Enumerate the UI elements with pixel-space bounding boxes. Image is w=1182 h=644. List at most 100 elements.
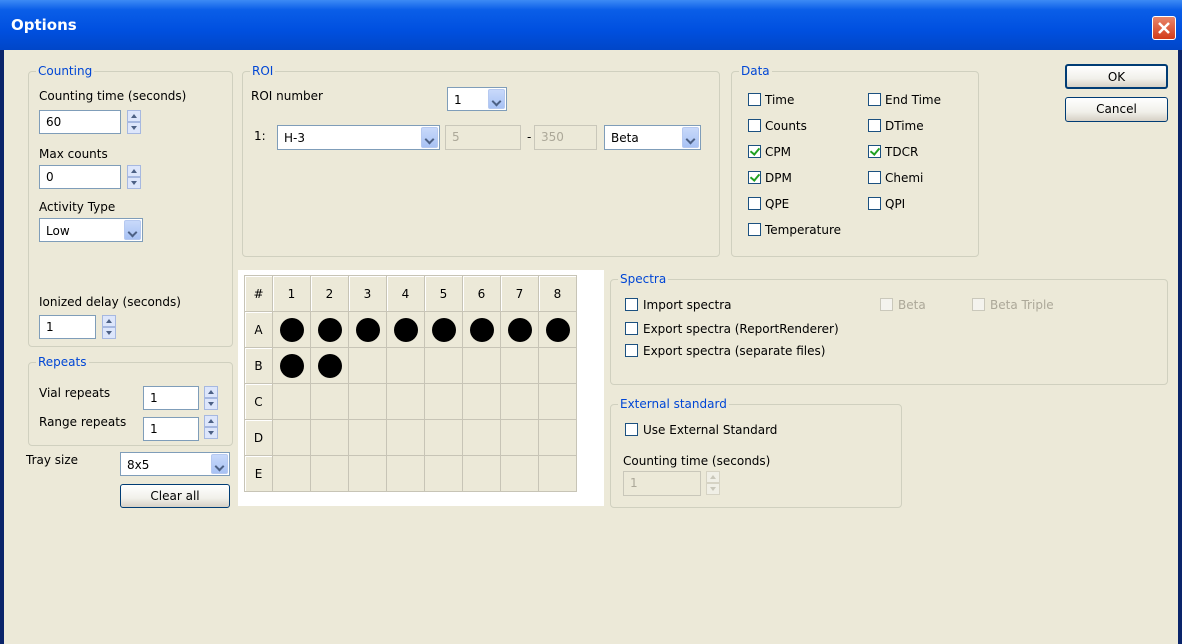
tray-cell[interactable] — [272, 383, 311, 420]
max-counts-spinner[interactable] — [127, 165, 141, 189]
data-checkbox[interactable] — [748, 145, 761, 158]
tray-size-select[interactable]: 8x5 — [120, 452, 230, 476]
export-report-checkbox[interactable] — [625, 322, 638, 335]
range-repeats-input[interactable]: 1 — [143, 417, 199, 441]
chevron-down-icon[interactable] — [421, 127, 438, 148]
chevron-down-icon[interactable] — [488, 89, 505, 109]
tray-cell[interactable] — [310, 419, 349, 456]
tray-cell[interactable] — [500, 347, 539, 384]
ionized-delay-input[interactable]: 1 — [39, 315, 96, 339]
tray-column-header[interactable]: 3 — [348, 275, 387, 312]
tray-column-header[interactable]: 7 — [500, 275, 539, 312]
counting-time-spinner[interactable] — [127, 110, 141, 134]
chevron-down-icon[interactable] — [124, 220, 141, 240]
external-counting-time-spinner[interactable] — [706, 471, 720, 495]
roi-high-input[interactable]: 350 — [534, 125, 597, 150]
tray-cell[interactable] — [386, 347, 425, 384]
tray-column-header[interactable]: 1 — [272, 275, 311, 312]
roi-number-select[interactable]: 1 — [447, 87, 507, 111]
tray-cell[interactable] — [462, 383, 501, 420]
tray-cell[interactable] — [462, 419, 501, 456]
data-checkbox[interactable] — [868, 145, 881, 158]
export-separate-checkbox[interactable] — [625, 344, 638, 357]
tray-cell[interactable] — [538, 347, 577, 384]
tray-cell[interactable] — [310, 347, 349, 384]
close-button[interactable] — [1152, 16, 1176, 40]
import-spectra-checkbox[interactable] — [625, 298, 638, 311]
tray-cell[interactable] — [348, 419, 387, 456]
roi-low-input[interactable]: 5 — [445, 125, 521, 150]
tray-row-header[interactable]: E — [244, 455, 273, 492]
tray-cell[interactable] — [424, 419, 463, 456]
tray-column-header[interactable]: 5 — [424, 275, 463, 312]
data-checkbox[interactable] — [868, 171, 881, 184]
tray-cell[interactable] — [538, 455, 577, 492]
tray-cell[interactable] — [424, 455, 463, 492]
tray-cell[interactable] — [310, 311, 349, 348]
tray-cell[interactable] — [462, 311, 501, 348]
tray-row-header[interactable]: C — [244, 383, 273, 420]
max-counts-input[interactable]: 0 — [39, 165, 121, 189]
range-repeats-spinner[interactable] — [204, 415, 218, 439]
data-checkbox[interactable] — [748, 197, 761, 210]
use-external-standard-label: Use External Standard — [643, 423, 778, 437]
counting-time-input[interactable]: 60 — [39, 110, 121, 134]
activity-type-select[interactable]: Low — [39, 218, 143, 242]
chevron-down-icon[interactable] — [211, 454, 228, 474]
ok-button[interactable]: OK — [1065, 64, 1168, 89]
tray-column-header[interactable]: 8 — [538, 275, 577, 312]
tray-cell[interactable] — [538, 311, 577, 348]
tray-cell[interactable] — [424, 311, 463, 348]
spectra-beta-triple-checkbox[interactable] — [972, 298, 985, 311]
tray-row-header[interactable]: A — [244, 311, 273, 348]
tray-cell[interactable] — [386, 455, 425, 492]
cancel-button[interactable]: Cancel — [1065, 97, 1168, 122]
tray-cell[interactable] — [424, 347, 463, 384]
vial-repeats-input[interactable]: 1 — [143, 386, 199, 410]
tray-cell[interactable] — [310, 383, 349, 420]
tray-cell[interactable] — [272, 455, 311, 492]
tray-cell[interactable] — [348, 347, 387, 384]
title-bar[interactable]: Options — [0, 0, 1182, 50]
ionized-delay-spinner[interactable] — [102, 315, 116, 339]
tray-cell[interactable] — [500, 311, 539, 348]
vial-repeats-spinner[interactable] — [204, 386, 218, 410]
data-checkbox[interactable] — [868, 197, 881, 210]
chevron-down-icon[interactable] — [682, 127, 699, 148]
data-checkbox[interactable] — [748, 93, 761, 106]
use-external-standard-checkbox[interactable] — [625, 423, 638, 436]
tray-row-header[interactable]: D — [244, 419, 273, 456]
data-checkbox[interactable] — [748, 171, 761, 184]
tray-column-header[interactable]: 4 — [386, 275, 425, 312]
tray-cell[interactable] — [348, 455, 387, 492]
data-checkbox[interactable] — [868, 93, 881, 106]
tray-cell[interactable] — [462, 347, 501, 384]
data-checkbox[interactable] — [868, 119, 881, 132]
tray-column-header[interactable]: 2 — [310, 275, 349, 312]
tray-cell[interactable] — [272, 419, 311, 456]
tray-cell[interactable] — [538, 383, 577, 420]
tray-cell[interactable] — [500, 383, 539, 420]
tray-cell[interactable] — [310, 455, 349, 492]
external-counting-time-input[interactable]: 1 — [623, 471, 701, 496]
tray-cell[interactable] — [500, 419, 539, 456]
tray-cell[interactable] — [500, 455, 539, 492]
tray-cell[interactable] — [348, 311, 387, 348]
tray-row-header[interactable]: B — [244, 347, 273, 384]
roi-type-select[interactable]: Beta — [604, 125, 701, 150]
tray-cell[interactable] — [386, 383, 425, 420]
tray-cell[interactable] — [538, 419, 577, 456]
tray-cell[interactable] — [348, 383, 387, 420]
tray-cell[interactable] — [424, 383, 463, 420]
tray-column-header[interactable]: 6 — [462, 275, 501, 312]
spectra-beta-checkbox[interactable] — [880, 298, 893, 311]
tray-cell[interactable] — [462, 455, 501, 492]
tray-cell[interactable] — [272, 347, 311, 384]
data-checkbox[interactable] — [748, 223, 761, 236]
data-checkbox[interactable] — [748, 119, 761, 132]
clear-all-button[interactable]: Clear all — [120, 484, 230, 508]
tray-cell[interactable] — [386, 311, 425, 348]
tray-cell[interactable] — [272, 311, 311, 348]
roi-nuclide-select[interactable]: H-3 — [277, 125, 440, 150]
tray-cell[interactable] — [386, 419, 425, 456]
